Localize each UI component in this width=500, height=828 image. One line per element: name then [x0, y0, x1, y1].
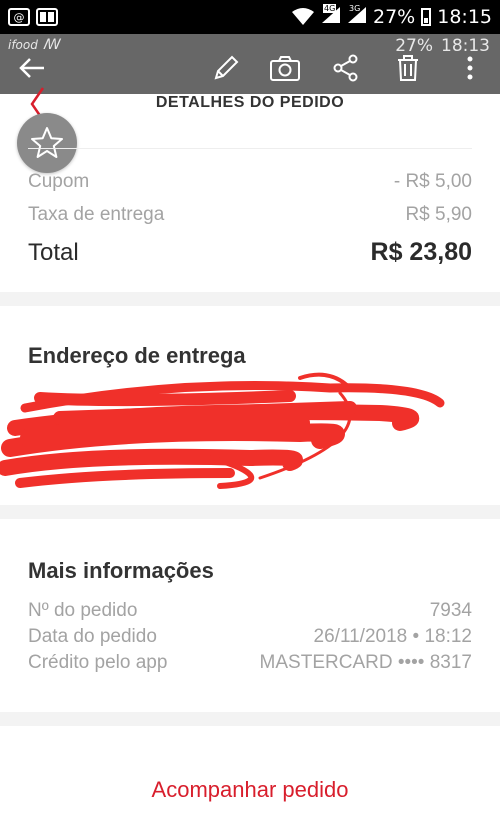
info-section-title: Mais informações [28, 558, 214, 583]
track-order-button[interactable]: Acompanhar pedido [0, 777, 500, 803]
app-notification-icon [36, 8, 58, 26]
coupon-value: - R$ 5,00 [393, 171, 472, 192]
at-notification-icon: @ [8, 8, 30, 26]
order-number-row: Nº do pedido 7934 [28, 600, 472, 622]
share-icon[interactable] [328, 50, 364, 86]
star-icon [31, 127, 63, 158]
more-vert-icon[interactable] [452, 50, 488, 86]
camera-icon[interactable] [267, 50, 303, 86]
delivery-fee-value: R$ 5,90 [405, 204, 472, 225]
payment-value: MASTERCARD •••• 8317 [259, 652, 472, 673]
order-date-value: 26/11/2018 • 18:12 [313, 626, 472, 647]
total-label: Total [28, 238, 79, 266]
back-arrow-icon[interactable] [14, 50, 50, 86]
status-bar: @ 4G 3G 27% 18:15 [0, 0, 500, 34]
order-number-value: 7934 [429, 600, 472, 621]
network-3g-icon: 3G [347, 4, 367, 29]
page-title: DETALHES DO PEDIDO [155, 94, 345, 111]
payment-label: Crédito pelo app [28, 652, 168, 673]
battery-icon [421, 8, 432, 26]
screenshot-editor-toolbar: ifood ꟿ 27% 18:13 [0, 34, 500, 94]
wifi-icon [292, 8, 314, 25]
order-date-label: Data do pedido [28, 626, 157, 647]
trash-icon[interactable] [390, 50, 426, 86]
delivery-fee-label: Taxa de entrega [28, 204, 165, 225]
coupon-label: Cupom [28, 171, 90, 192]
section-separator [0, 505, 500, 519]
pencil-icon[interactable] [208, 50, 244, 86]
coupon-row: Cupom - R$ 5,00 [28, 171, 472, 193]
delivery-fee-row: Taxa de entrega R$ 5,90 [28, 204, 472, 226]
network-4g-icon: 4G [321, 3, 341, 29]
order-date-row: Data do pedido 26/11/2018 • 18:12 [28, 626, 472, 648]
address-section-title: Endereço de entrega [28, 343, 246, 368]
payment-row: Crédito pelo app MASTERCARD •••• 8317 [28, 652, 472, 674]
redacted-address-scribble [0, 372, 445, 489]
total-row: Total R$ 23,80 [28, 238, 472, 267]
favorite-button[interactable] [17, 113, 77, 173]
order-number-label: Nº do pedido [28, 600, 138, 621]
section-separator [0, 292, 500, 306]
section-separator [0, 712, 500, 726]
battery-percent: 27% [373, 6, 416, 28]
divider [28, 148, 472, 149]
total-value: R$ 23,80 [370, 238, 472, 266]
clock: 18:15 [437, 6, 492, 28]
